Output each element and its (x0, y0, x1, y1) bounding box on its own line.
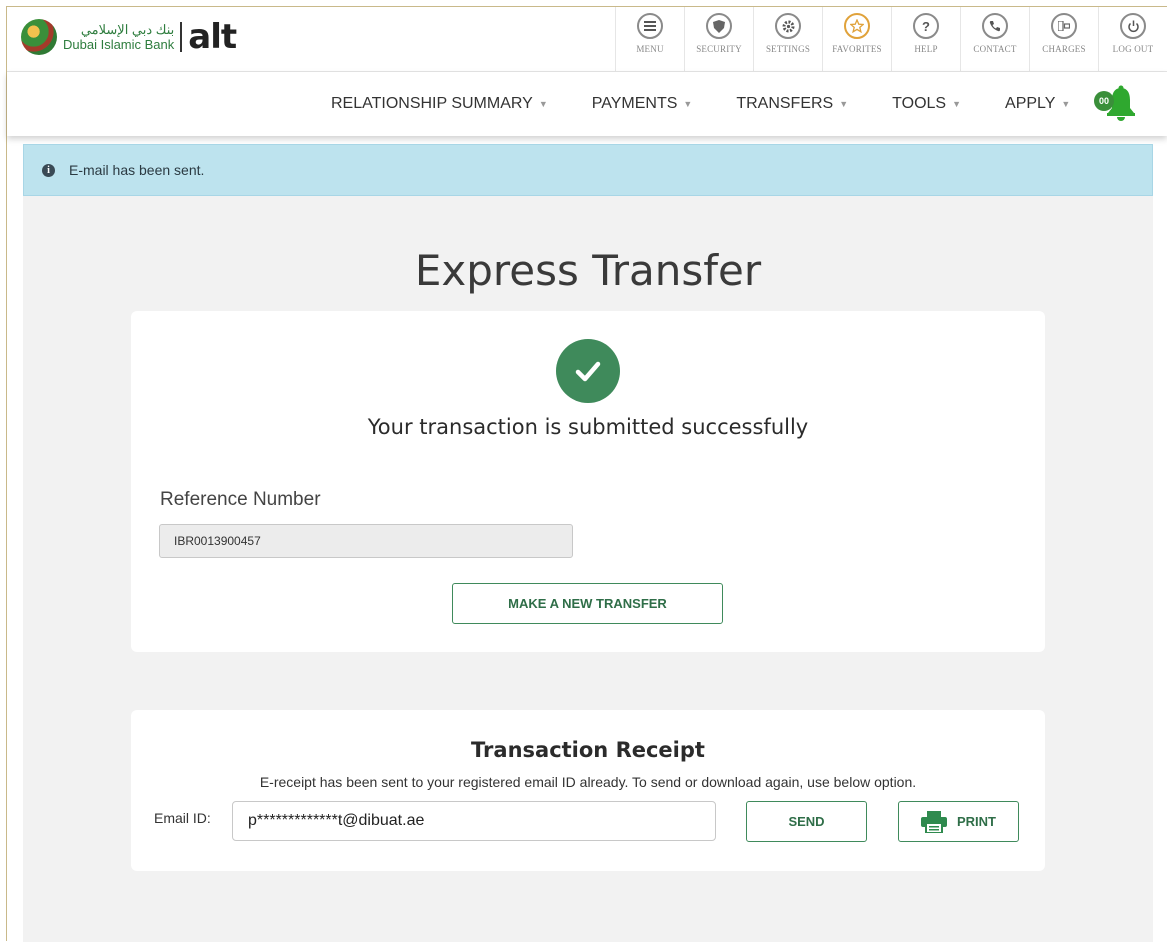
contact-icon (982, 13, 1008, 39)
nav-tools[interactable]: TOOLS ▼ (892, 95, 961, 113)
nav-payments[interactable]: PAYMENTS ▼ (592, 95, 693, 113)
email-id-field[interactable]: p*************t@dibuat.ae (232, 801, 716, 841)
main-nav: RELATIONSHIP SUMMARY ▼ PAYMENTS ▼ TRANSFER… (7, 72, 1167, 136)
bank-logo[interactable]: بنك دبي الإسلامي Dubai Islamic Bank alt (21, 17, 237, 57)
nav-menu: RELATIONSHIP SUMMARY ▼ PAYMENTS ▼ TRANSFER… (331, 72, 1114, 136)
bank-name-english: Dubai Islamic Bank (63, 37, 175, 52)
chevron-down-icon: ▼ (1061, 98, 1071, 109)
make-new-transfer-button[interactable]: MAKE A NEW TRANSFER (452, 583, 723, 624)
reference-number-field[interactable]: IBR0013900457 (159, 524, 573, 558)
settings-icon (775, 13, 801, 39)
help-label: HELP (914, 44, 938, 54)
favorites-star-icon (844, 13, 870, 39)
dib-emblem-icon (21, 19, 57, 55)
favorites-label: FAVORITES (832, 44, 882, 54)
print-button-label: PRINT (957, 814, 996, 829)
nav-tools-label: TOOLS (892, 95, 947, 112)
help-button[interactable]: ? HELP (891, 7, 960, 71)
success-message: Your transaction is submitted successful… (367, 415, 809, 439)
reference-number-label: Reference Number (160, 489, 321, 510)
success-card: Your transaction is submitted successful… (131, 311, 1045, 652)
utility-toolbar: MENU SECURITY SETTINGS FAVORITES ? HELP … (615, 7, 1167, 71)
logout-button[interactable]: LOG OUT (1098, 7, 1167, 71)
nav-payments-label: PAYMENTS (591, 95, 678, 112)
notification-count-badge: 00 (1094, 91, 1114, 111)
chevron-down-icon: ▼ (538, 98, 548, 109)
nav-apply[interactable]: APPLY ▼ (1005, 95, 1070, 113)
app-window: بنك دبي الإسلامي Dubai Islamic Bank alt … (6, 6, 1167, 942)
menu-button[interactable]: MENU (615, 7, 684, 71)
notifications-button[interactable]: 00 (1090, 85, 1142, 125)
nav-apply-label: APPLY (1005, 95, 1056, 112)
menu-label: MENU (636, 44, 664, 54)
nav-relationship-summary[interactable]: RELATIONSHIP SUMMARY ▼ (331, 95, 548, 113)
print-button[interactable]: PRINT (898, 801, 1019, 842)
help-icon: ? (913, 13, 939, 39)
email-id-label: Email ID: (154, 810, 211, 826)
printer-icon (921, 810, 947, 833)
send-button[interactable]: SEND (746, 801, 867, 842)
charges-button[interactable]: CHARGES (1029, 7, 1098, 71)
nav-transfers[interactable]: TRANSFERS ▼ (736, 95, 848, 113)
logo-divider (180, 22, 183, 52)
favorites-button[interactable]: FAVORITES (822, 7, 891, 71)
top-bar: بنك دبي الإسلامي Dubai Islamic Bank alt … (7, 7, 1167, 72)
nav-relationship-summary-label: RELATIONSHIP SUMMARY (331, 95, 533, 112)
settings-label: SETTINGS (765, 44, 811, 54)
bank-name: بنك دبي الإسلامي Dubai Islamic Bank (63, 22, 174, 52)
security-label: SECURITY (696, 44, 742, 54)
chevron-down-icon: ▼ (952, 98, 962, 109)
info-icon: i (42, 163, 55, 177)
charges-label: CHARGES (1042, 44, 1086, 54)
email-sent-alert: i E-mail has been sent. (23, 144, 1153, 196)
contact-button[interactable]: CONTACT (960, 7, 1029, 71)
menu-icon (637, 13, 663, 39)
receipt-note: E-receipt has been sent to your register… (259, 774, 917, 790)
product-logo: alt (188, 17, 237, 57)
logout-icon (1120, 13, 1146, 39)
logout-label: LOG OUT (1112, 44, 1154, 54)
page-content: i E-mail has been sent. Express Transfer… (23, 144, 1153, 942)
success-check-icon (556, 339, 620, 403)
contact-label: CONTACT (973, 44, 1017, 54)
nav-transfers-label: TRANSFERS (736, 95, 834, 112)
alert-message: E-mail has been sent. (69, 162, 205, 178)
transaction-receipt-card: Transaction Receipt E-receipt has been s… (131, 710, 1045, 871)
charges-icon (1051, 13, 1077, 39)
receipt-title: Transaction Receipt (471, 738, 705, 762)
page-title: Express Transfer (414, 246, 762, 295)
security-button[interactable]: SECURITY (684, 7, 753, 71)
settings-button[interactable]: SETTINGS (753, 7, 822, 71)
bank-name-arabic: بنك دبي الإسلامي (80, 22, 175, 37)
chevron-down-icon: ▼ (683, 98, 693, 109)
chevron-down-icon: ▼ (839, 98, 849, 109)
security-icon (706, 13, 732, 39)
